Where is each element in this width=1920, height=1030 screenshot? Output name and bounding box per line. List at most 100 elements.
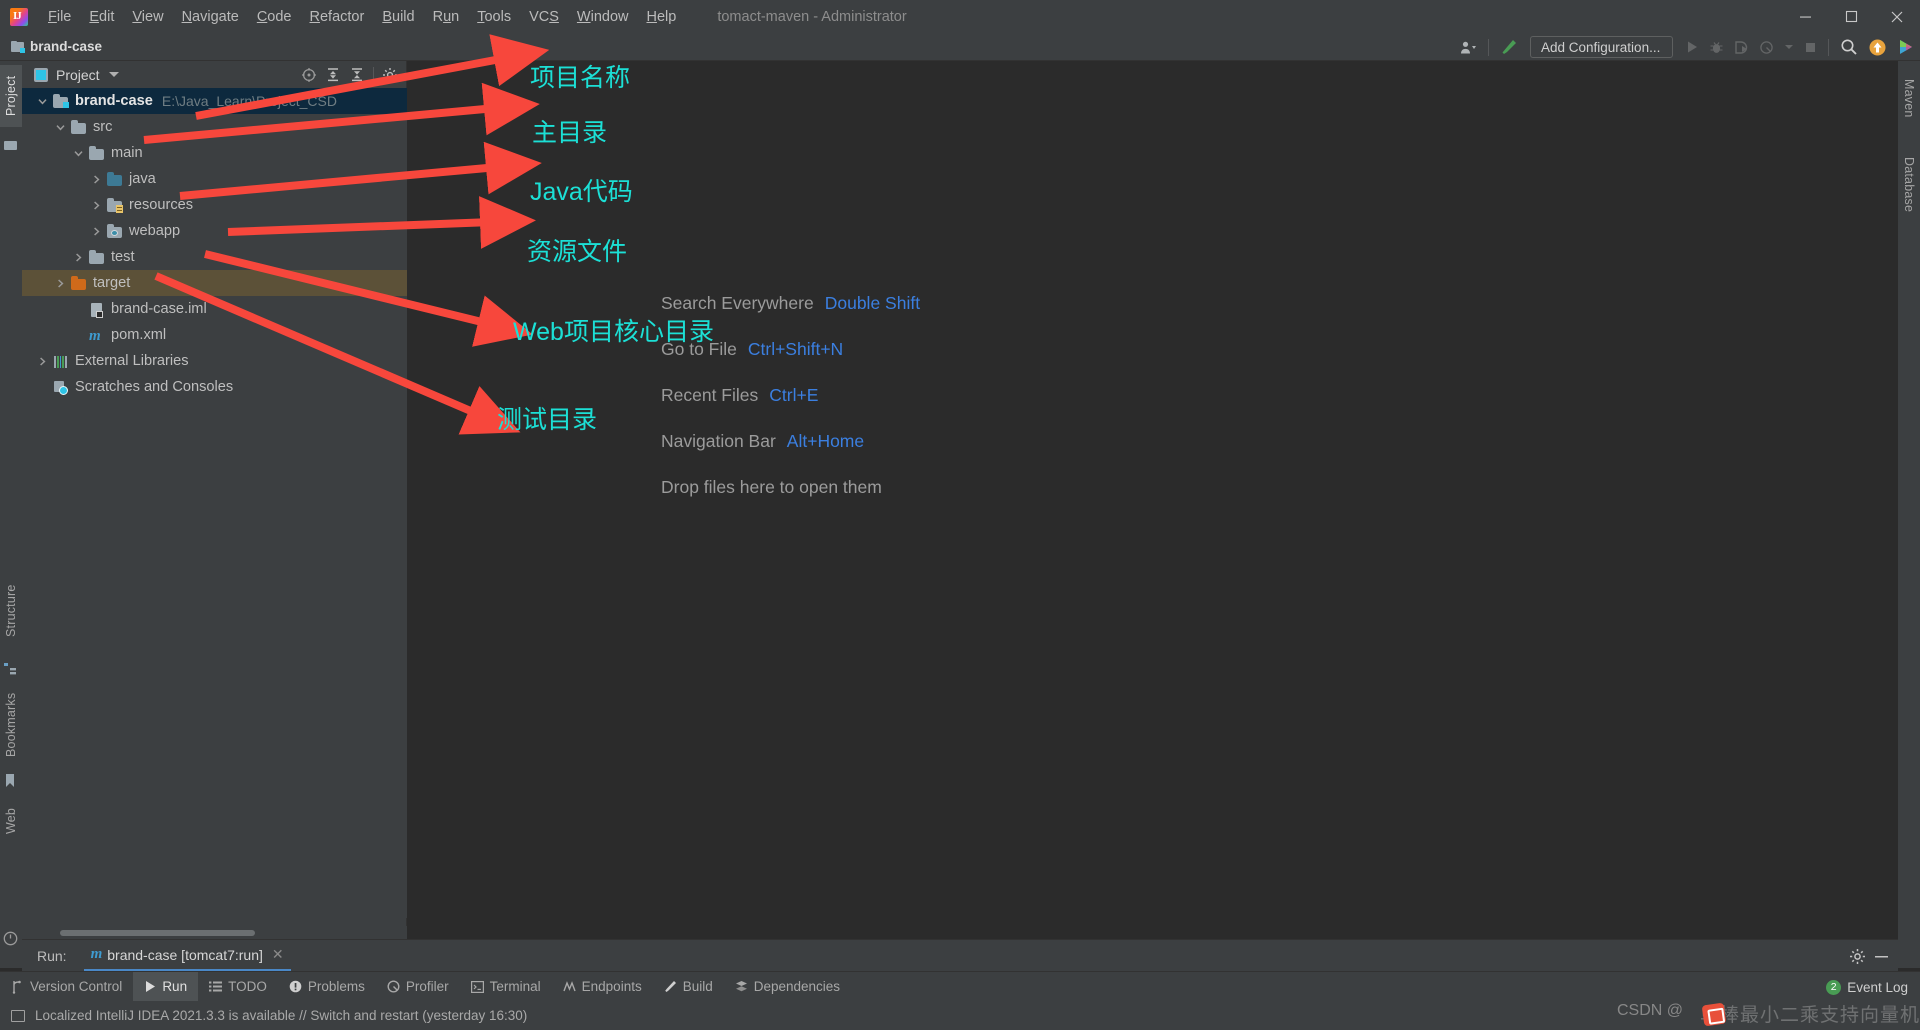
- tree-item-brand-case-iml[interactable]: brand-case.iml: [22, 296, 407, 322]
- tree-item-src[interactable]: src: [22, 114, 407, 140]
- web-folder-icon: [106, 223, 123, 240]
- tree-item-label: src: [93, 119, 113, 135]
- breadcrumb[interactable]: brand-case: [11, 39, 102, 54]
- menu-item-navigate[interactable]: Navigate: [173, 6, 248, 28]
- tree-item-resources[interactable]: resources: [22, 192, 407, 218]
- chevron-down-icon[interactable]: [52, 122, 69, 133]
- debug-bug-icon[interactable]: [1704, 33, 1729, 61]
- project-panel-title: Project: [56, 66, 100, 83]
- sidebar-tab-project[interactable]: Project: [0, 65, 22, 127]
- tool-window-tab-terminal[interactable]: Terminal: [460, 972, 552, 1002]
- user-share-icon[interactable]: [1455, 33, 1482, 61]
- run-configuration-tab[interactable]: m brand-case [tomcat7:run] ✕: [83, 940, 291, 971]
- folder-gray-icon: [88, 145, 105, 162]
- tree-item-java[interactable]: java: [22, 166, 407, 192]
- menu-item-help[interactable]: Help: [637, 6, 685, 28]
- project-panel-header: Project: [22, 61, 406, 88]
- folder-small-icon: [4, 139, 18, 153]
- terminal-icon: [470, 980, 484, 993]
- profiler-icon[interactable]: [1754, 33, 1779, 61]
- event-log-area[interactable]: 2 Event Log: [1826, 972, 1916, 1002]
- menu-item-file[interactable]: File: [39, 6, 80, 28]
- hint-shortcut: Double Shift: [824, 293, 921, 313]
- horizontal-scrollbar[interactable]: [22, 926, 407, 939]
- tree-item-scratches-and-consoles[interactable]: Scratches and Consoles: [22, 374, 407, 400]
- tree-item-webapp[interactable]: webapp: [22, 218, 407, 244]
- menu-bar: IJ File Edit View Navigate Code Refactor Build…: [0, 0, 1920, 33]
- build-hammer-icon[interactable]: [1495, 33, 1523, 61]
- chevron-right-icon[interactable]: [88, 174, 105, 185]
- sidebar-tab-web[interactable]: Web: [0, 803, 22, 839]
- menu-item-vcs[interactable]: VCS: [520, 6, 568, 28]
- tool-window-tab-todo[interactable]: TODO: [198, 972, 278, 1002]
- expand-all-icon[interactable]: [321, 61, 345, 88]
- close-button[interactable]: [1874, 0, 1920, 33]
- project-tree[interactable]: brand-case E:\Java_Learn\Project_CSDsrc ma…: [22, 88, 407, 918]
- tree-item-pom-xml[interactable]: m pom.xml: [22, 322, 407, 348]
- notification-monitor-icon: [11, 1009, 25, 1022]
- menu-item-refactor[interactable]: Refactor: [301, 6, 374, 28]
- navigation-bar: brand-case Add Configuration...: [0, 33, 1920, 61]
- folder-orange-excluded-icon: [70, 275, 87, 292]
- tool-window-tab-problems[interactable]: Problems: [278, 972, 376, 1002]
- close-icon[interactable]: ✕: [272, 946, 284, 963]
- select-opened-file-icon[interactable]: [297, 61, 321, 88]
- settings-gear-icon[interactable]: [378, 61, 402, 88]
- menu-item-view[interactable]: View: [123, 6, 172, 28]
- menu-item-build[interactable]: Build: [373, 6, 423, 28]
- chevron-down-icon[interactable]: [70, 148, 87, 159]
- tree-item-label: target: [93, 275, 131, 291]
- maven-pom-icon: m: [90, 946, 103, 962]
- chevron-right-icon[interactable]: [88, 226, 105, 237]
- ide-features-trainer-icon[interactable]: [1892, 33, 1920, 61]
- csdn-logo-icon: [1701, 1002, 1727, 1027]
- tree-item-external-libraries[interactable]: External Libraries: [22, 348, 407, 374]
- update-arrow-icon[interactable]: [1863, 33, 1892, 61]
- tree-item-brand-case[interactable]: brand-case E:\Java_Learn\Project_CSD: [22, 88, 407, 114]
- tree-item-main[interactable]: main: [22, 140, 407, 166]
- menu-item-tools[interactable]: Tools: [468, 6, 520, 28]
- menu-item-edit[interactable]: Edit: [80, 6, 123, 28]
- chevron-down-icon[interactable]: [34, 96, 51, 107]
- chevron-down-icon[interactable]: [1779, 33, 1799, 61]
- tree-item-label: pom.xml: [111, 327, 167, 343]
- tree-item-label: webapp: [129, 223, 181, 239]
- tool-window-tab-profiler[interactable]: Profiler: [376, 972, 460, 1002]
- menu-item-run[interactable]: Run: [424, 6, 469, 28]
- run-play-icon[interactable]: [1680, 33, 1704, 61]
- tool-window-tab-label: Endpoints: [581, 979, 642, 994]
- sidebar-tab-structure[interactable]: Structure: [0, 573, 22, 649]
- collapse-all-icon[interactable]: [345, 61, 369, 88]
- dependencies-icon: [735, 980, 748, 993]
- build-status-icon[interactable]: [3, 931, 18, 946]
- tool-window-tab-build[interactable]: Build: [653, 972, 724, 1002]
- search-icon[interactable]: [1835, 33, 1863, 61]
- menu-item-window[interactable]: Window: [568, 6, 638, 28]
- stop-square-icon[interactable]: [1799, 33, 1822, 61]
- settings-gear-icon[interactable]: [1845, 943, 1869, 970]
- tool-window-tab-run[interactable]: Run: [133, 971, 199, 1002]
- maximize-button[interactable]: [1828, 0, 1874, 33]
- add-configuration-button[interactable]: Add Configuration...: [1530, 36, 1673, 58]
- tool-window-tab-endpoints[interactable]: Endpoints: [552, 972, 653, 1002]
- menu-item-code[interactable]: Code: [248, 6, 301, 28]
- tree-item-target[interactable]: target: [22, 270, 407, 296]
- chevron-right-icon[interactable]: [34, 356, 51, 367]
- sidebar-tab-bookmarks[interactable]: Bookmarks: [0, 683, 22, 767]
- sidebar-tab-database[interactable]: Database: [1898, 147, 1920, 223]
- tool-window-tab-version-control[interactable]: Version Control: [0, 972, 133, 1002]
- chevron-right-icon[interactable]: [88, 200, 105, 211]
- run-with-coverage-icon[interactable]: [1729, 33, 1754, 61]
- sidebar-tab-maven[interactable]: Maven: [1898, 69, 1920, 127]
- tree-item-test[interactable]: test: [22, 244, 407, 270]
- chevron-down-icon[interactable]: [108, 72, 119, 77]
- window-controls: [1782, 0, 1920, 33]
- tool-window-tab-dependencies[interactable]: Dependencies: [724, 972, 851, 1002]
- project-panel-actions: [297, 61, 402, 88]
- chevron-right-icon[interactable]: [70, 252, 87, 263]
- minimize-icon[interactable]: [1869, 943, 1893, 970]
- scrollbar-thumb[interactable]: [60, 930, 255, 936]
- module-folder-icon: [52, 93, 69, 110]
- chevron-right-icon[interactable]: [52, 278, 69, 289]
- minimize-button[interactable]: [1782, 0, 1828, 33]
